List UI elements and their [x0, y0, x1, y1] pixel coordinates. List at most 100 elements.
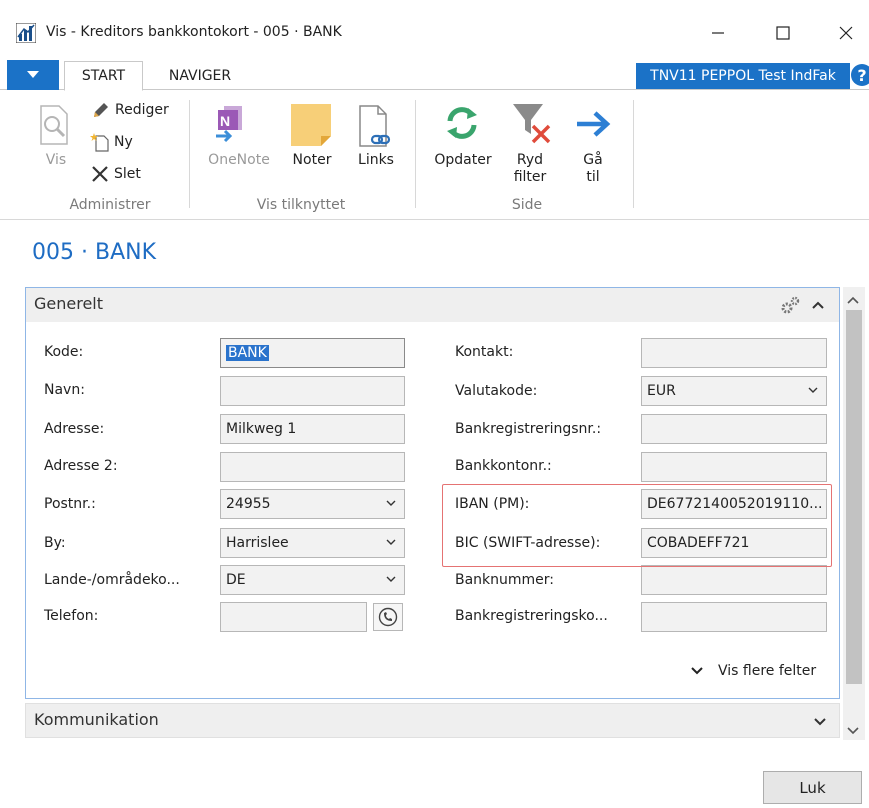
ribbon-separator [189, 100, 190, 208]
view-document-icon [40, 105, 68, 145]
label-lande-omraadekode: Lande-/områdeko... [44, 572, 180, 588]
label-bankregistreringskode: Bankregistreringsko... [455, 608, 608, 624]
onenote-icon: N [216, 106, 242, 143]
chevron-down-icon [691, 667, 703, 675]
input-adresse-2[interactable] [220, 452, 405, 482]
company-name-badge: TNV11 PEPPOL Test IndFak [636, 63, 850, 89]
input-kontakt[interactable] [641, 338, 827, 368]
input-bankkontonr[interactable] [641, 452, 827, 482]
fasttab-general-header[interactable] [26, 288, 839, 322]
caret-down-icon [27, 71, 39, 78]
window-title: Vis - Kreditors bankkontokort - 005 · BA… [46, 24, 342, 40]
select-postnr-value: 24955 [226, 496, 271, 512]
help-icon[interactable]: ? [851, 64, 869, 86]
show-more-fields-button[interactable]: Vis flere felter [690, 663, 816, 679]
refresh-button[interactable] [442, 103, 482, 147]
select-valutakode[interactable]: EUR [641, 376, 827, 406]
link-document-icon [359, 105, 391, 147]
pencil-icon [94, 103, 108, 117]
maximize-button[interactable] [760, 16, 806, 50]
label-banknummer: Banknummer: [455, 572, 555, 588]
label-by: By: [44, 535, 66, 551]
ribbon-separator [633, 100, 634, 208]
group-label-side: Side [511, 197, 543, 213]
new-label: Ny [114, 134, 133, 150]
goto-button[interactable] [575, 106, 615, 146]
collapse-general-chevron-up-icon[interactable] [812, 298, 824, 314]
personalize-gear-icon[interactable] [780, 295, 802, 319]
select-lande-omraadekode[interactable]: DE [220, 565, 405, 595]
label-kontakt: Kontakt: [455, 344, 514, 360]
input-kode-value: BANK [226, 345, 269, 361]
page-title: 005 · BANK [32, 240, 156, 265]
phone-icon [378, 607, 398, 627]
new-button[interactable]: Ny [90, 132, 133, 152]
svg-text:N: N [220, 113, 230, 129]
view-button[interactable] [37, 104, 77, 152]
label-navn: Navn: [44, 382, 85, 398]
call-phone-button[interactable] [373, 603, 403, 631]
notes-button[interactable] [291, 102, 331, 146]
group-label-administrer: Administrer [69, 197, 151, 213]
goto-label-1: Gå [583, 152, 603, 168]
edit-button[interactable]: Rediger [92, 101, 169, 119]
label-telefon: Telefon: [44, 608, 99, 624]
minimize-button[interactable] [695, 16, 741, 50]
input-banknummer[interactable] [641, 565, 827, 595]
application-menu-button[interactable] [7, 60, 59, 90]
scroll-up-arrow-icon[interactable] [847, 293, 859, 309]
label-bankregistreringsnr: Bankregistreringsnr.: [455, 421, 602, 437]
input-bankregistreringsnr[interactable] [641, 414, 827, 444]
label-adresse-2: Adresse 2: [44, 458, 118, 474]
view-button-label: Vis [45, 152, 67, 168]
label-valutakode: Valutakode: [455, 383, 538, 399]
highlight-box [442, 484, 832, 567]
fasttab-general-label: Generelt [34, 294, 104, 313]
clear-filter-label-2: filter [513, 169, 547, 185]
label-bankkontonr: Bankkontonr.: [455, 458, 552, 474]
close-button[interactable]: Luk [763, 771, 862, 804]
scroll-down-arrow-icon[interactable] [847, 724, 859, 740]
show-more-fields-label: Vis flere felter [718, 663, 817, 679]
tab-naviger[interactable]: NAVIGER [150, 61, 250, 91]
chevron-down-icon [808, 387, 818, 393]
minimize-icon [712, 32, 724, 34]
input-telefon[interactable] [220, 602, 367, 632]
input-adresse[interactable]: Milkweg 1 [220, 414, 405, 444]
expand-communication-chevron-down-icon[interactable] [814, 715, 826, 731]
links-button[interactable] [356, 104, 396, 148]
app-icon [15, 22, 37, 44]
edit-label: Rediger [115, 102, 169, 118]
select-by[interactable]: Harrislee [220, 528, 405, 558]
input-navn[interactable] [220, 376, 405, 406]
scrollbar-thumb[interactable] [846, 310, 862, 684]
new-document-icon [90, 133, 109, 152]
delete-x-icon [92, 166, 108, 182]
select-postnr[interactable]: 24955 [220, 489, 405, 519]
arrow-right-icon [577, 111, 611, 137]
input-kode[interactable]: BANK [220, 338, 405, 368]
delete-label: Slet [114, 166, 141, 182]
links-label: Links [358, 152, 394, 168]
input-bankregistreringskode[interactable] [641, 602, 827, 632]
chevron-down-icon [386, 500, 396, 506]
select-valutakode-value: EUR [647, 383, 676, 399]
close-icon [839, 26, 853, 40]
close-window-button[interactable] [823, 16, 869, 50]
onenote-button[interactable]: N [212, 102, 252, 148]
onenote-label: OneNote [208, 152, 270, 168]
tab-start[interactable]: START [64, 61, 143, 91]
refresh-label: Opdater [434, 152, 492, 168]
select-by-value: Harrislee [226, 535, 289, 551]
label-kode: Kode: [44, 344, 84, 360]
refresh-icon [447, 107, 477, 139]
clear-filter-label-1: Ryd [516, 152, 544, 168]
notes-label: Noter [292, 152, 332, 168]
label-adresse: Adresse: [44, 421, 105, 437]
delete-button[interactable]: Slet [90, 164, 141, 184]
chevron-down-icon [386, 576, 396, 582]
clear-filter-button[interactable] [509, 100, 555, 148]
ribbon-separator [415, 100, 416, 208]
group-label-vis-tilknyttet: Vis tilknyttet [256, 197, 346, 213]
fasttab-communication-label: Kommunikation [34, 710, 159, 729]
